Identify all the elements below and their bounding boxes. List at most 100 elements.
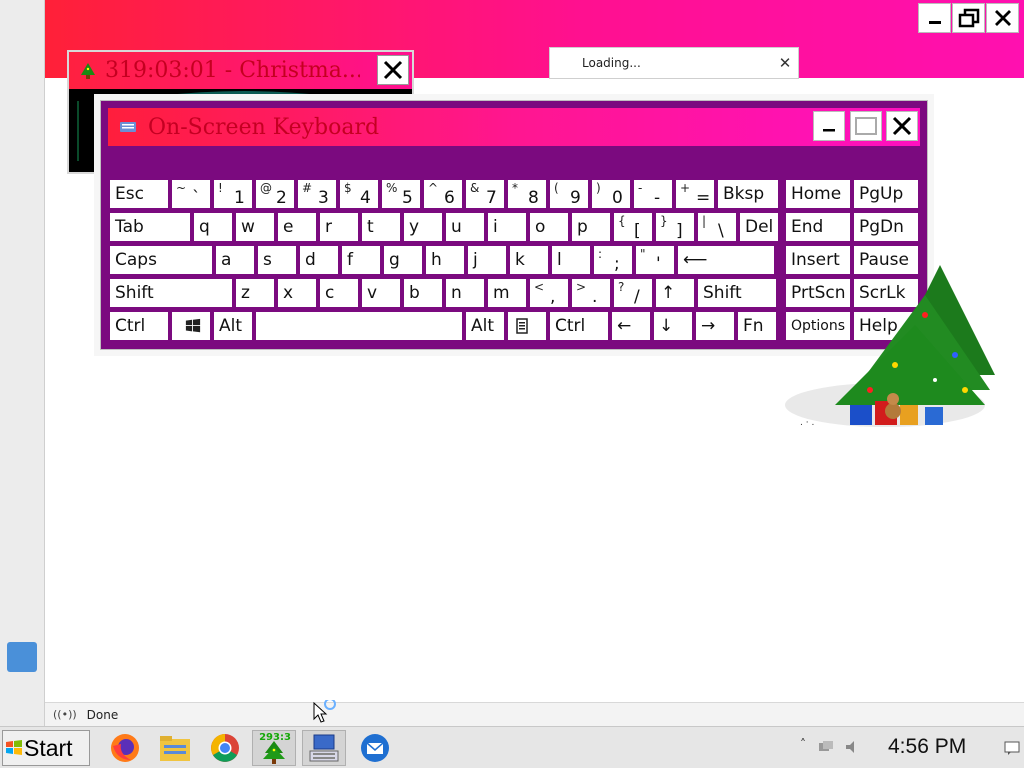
- app-launcher-icon[interactable]: [7, 642, 37, 672]
- key-l[interactable]: l: [552, 246, 590, 274]
- taskbar-on-screen-keyboard[interactable]: [302, 730, 346, 766]
- key-y[interactable]: y: [404, 213, 442, 241]
- key-7[interactable]: & 7: [466, 180, 504, 208]
- start-button[interactable]: Start: [2, 730, 90, 766]
- key-6[interactable]: ^ 6: [424, 180, 462, 208]
- key-d[interactable]: d: [300, 246, 338, 274]
- key-tab[interactable]: Tab: [110, 213, 190, 241]
- taskbar-christmas-countdown[interactable]: 293:3: [252, 730, 296, 766]
- key-label: ⟵: [683, 250, 708, 270]
- key-caps[interactable]: Caps: [110, 246, 212, 274]
- key-ctrl[interactable]: Ctrl: [550, 312, 608, 340]
- key-pgdn[interactable]: PgDn: [854, 213, 918, 241]
- key-a[interactable]: a: [216, 246, 254, 274]
- key-p[interactable]: p: [572, 213, 610, 241]
- key-home[interactable]: Home: [786, 180, 850, 208]
- network-icon[interactable]: [818, 740, 834, 754]
- key-w[interactable]: w: [236, 213, 274, 241]
- key-esc[interactable]: Esc: [110, 180, 168, 208]
- key-u96[interactable]: ~ `: [172, 180, 210, 208]
- key-u44[interactable]: <,: [530, 279, 568, 307]
- key-fn[interactable]: Fn: [738, 312, 776, 340]
- key-0[interactable]: ) 0: [592, 180, 630, 208]
- key-u92[interactable]: | \: [698, 213, 736, 241]
- taskbar-chrome[interactable]: [203, 730, 247, 766]
- key-x[interactable]: x: [278, 279, 316, 307]
- key-s[interactable]: s: [258, 246, 296, 274]
- christmas-tree-icon: [81, 62, 95, 79]
- tray-expand-button[interactable]: ˄: [800, 737, 806, 751]
- key-i[interactable]: i: [488, 213, 526, 241]
- christmas-window-close-button[interactable]: [377, 55, 409, 85]
- key-u59[interactable]: :;: [594, 246, 632, 274]
- key-u39[interactable]: " ': [636, 246, 674, 274]
- notification-icon[interactable]: [1004, 741, 1020, 755]
- key-u61[interactable]: + =: [676, 180, 714, 208]
- key-v[interactable]: v: [362, 279, 400, 307]
- key-j[interactable]: j: [468, 246, 506, 274]
- key-label: g: [389, 250, 400, 270]
- key-u8595[interactable]: ↓: [654, 312, 692, 340]
- key-alt[interactable]: Alt: [466, 312, 504, 340]
- osk-minimize-button[interactable]: [813, 111, 845, 141]
- key-4[interactable]: $4: [340, 180, 378, 208]
- volume-icon[interactable]: [845, 740, 859, 754]
- key-label: m: [493, 283, 510, 303]
- key-label: Ctrl: [115, 316, 146, 336]
- key-c[interactable]: c: [320, 279, 358, 307]
- key-del[interactable]: Del: [740, 213, 778, 241]
- taskbar-file-manager[interactable]: [153, 730, 197, 766]
- key-u10229[interactable]: ⟵: [678, 246, 774, 274]
- browser-restore-button[interactable]: [952, 3, 985, 33]
- key-pgup[interactable]: PgUp: [854, 180, 918, 208]
- key-u8592[interactable]: ←: [612, 312, 650, 340]
- browser-minimize-button[interactable]: [918, 3, 951, 33]
- key-k[interactable]: k: [510, 246, 548, 274]
- key-alt[interactable]: Alt: [214, 312, 252, 340]
- key-ctrl[interactable]: Ctrl: [110, 312, 168, 340]
- osk-maximize-button[interactable]: [850, 111, 882, 141]
- key-e[interactable]: e: [278, 213, 316, 241]
- key-m[interactable]: m: [488, 279, 526, 307]
- key-t[interactable]: t: [362, 213, 400, 241]
- key-o[interactable]: o: [530, 213, 568, 241]
- key-8[interactable]: * 8: [508, 180, 546, 208]
- key-z[interactable]: z: [236, 279, 274, 307]
- key-q[interactable]: q: [194, 213, 232, 241]
- key-9[interactable]: (9: [550, 180, 588, 208]
- key-shift[interactable]: Shift: [698, 279, 776, 307]
- christmas-window-title-bar[interactable]: 319:03:01 - Christma...: [69, 52, 412, 89]
- osk-title-bar[interactable]: On-Screen Keyboard: [108, 108, 920, 146]
- loading-close-button[interactable]: ✕: [776, 54, 794, 72]
- key-b[interactable]: b: [404, 279, 442, 307]
- key-r[interactable]: r: [320, 213, 358, 241]
- osk-close-button[interactable]: [886, 111, 918, 141]
- key-u45[interactable]: --: [634, 180, 672, 208]
- key-2[interactable]: @2: [256, 180, 294, 208]
- key-u91[interactable]: {[: [614, 213, 652, 241]
- taskbar-thunderbird[interactable]: [353, 730, 397, 766]
- key-h[interactable]: h: [426, 246, 464, 274]
- key-3[interactable]: #3: [298, 180, 336, 208]
- key-menu-key[interactable]: [508, 312, 546, 340]
- key-bksp[interactable]: Bksp: [718, 180, 778, 208]
- key-space[interactable]: [256, 312, 462, 340]
- key-u[interactable]: u: [446, 213, 484, 241]
- key-u93[interactable]: }]: [656, 213, 694, 241]
- key-shift[interactable]: Shift: [110, 279, 232, 307]
- key-u8593[interactable]: ↑: [656, 279, 694, 307]
- key-n[interactable]: n: [446, 279, 484, 307]
- taskbar-firefox[interactable]: [103, 730, 147, 766]
- key-f[interactable]: f: [342, 246, 380, 274]
- key-g[interactable]: g: [384, 246, 422, 274]
- browser-close-button[interactable]: [986, 3, 1019, 33]
- key-u46[interactable]: >.: [572, 279, 610, 307]
- key-1[interactable]: ! 1: [214, 180, 252, 208]
- key-u8594[interactable]: →: [696, 312, 734, 340]
- christmas-tree-gadget[interactable]: . · .: [775, 265, 1000, 440]
- taskbar-clock[interactable]: 4:56 PM: [888, 735, 966, 759]
- key-u47[interactable]: ? /: [614, 279, 652, 307]
- key-end[interactable]: End: [786, 213, 850, 241]
- key-windows-logo[interactable]: [172, 312, 210, 340]
- key-5[interactable]: % 5: [382, 180, 420, 208]
